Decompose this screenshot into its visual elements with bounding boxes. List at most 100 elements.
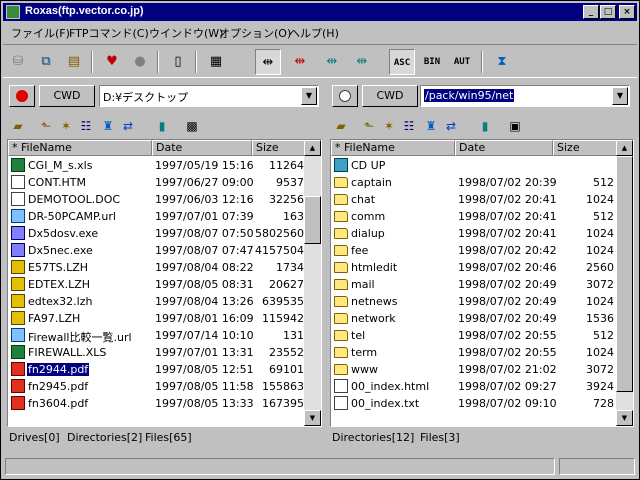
remote-scrollbar[interactable]: ▲ ▼: [616, 140, 633, 426]
auto-mode-button[interactable]: AUT: [449, 49, 475, 75]
connect-icon[interactable]: ⛁: [5, 49, 31, 75]
transfer-mode-4-icon[interactable]: ⇹: [349, 49, 375, 75]
list-view-icon[interactable]: ☷: [77, 117, 95, 135]
file-row[interactable]: Dx5dosv.exe 1997/08/07 07:50 5802560: [8, 225, 304, 242]
file-row[interactable]: Firewall比較一覧.url 1997/07/14 10:10 131: [8, 327, 304, 344]
cd-up-icon: [334, 158, 348, 172]
hourglass-icon[interactable]: ⧗: [489, 49, 515, 75]
header-date[interactable]: Date: [152, 140, 252, 156]
file-row[interactable]: mail 1998/07/02 20:49 3072: [331, 276, 616, 293]
local-file-list[interactable]: * FileName Date Size CGI_M_s.xls 1997/05/…: [7, 139, 322, 427]
header-filename[interactable]: * FileName: [331, 140, 455, 156]
sync-icon[interactable]: ⇄: [442, 117, 460, 135]
file-row[interactable]: tel 1998/07/02 20:55 512: [331, 327, 616, 344]
transfer-mode-3-icon[interactable]: ⇹: [319, 49, 345, 75]
header-date[interactable]: Date: [455, 140, 553, 156]
close-button[interactable]: ×: [619, 5, 635, 19]
local-path-combo[interactable]: D:¥デスクトップ ▼: [99, 85, 319, 107]
file-row[interactable]: DEMOTOOL.DOC 1997/06/03 12:16 32256: [8, 191, 304, 208]
minimize-button[interactable]: _: [583, 5, 599, 19]
file-row[interactable]: Dx5nec.exe 1997/08/07 07:47 4157504: [8, 242, 304, 259]
scroll-down-icon[interactable]: ▼: [304, 410, 321, 426]
view-file-icon[interactable]: ▯: [165, 49, 191, 75]
file-row[interactable]: FIREWALL.XLS 1997/07/01 13:31 23552: [8, 344, 304, 361]
save-icon[interactable]: ▣: [506, 117, 524, 135]
scroll-up-icon[interactable]: ▲: [304, 140, 321, 156]
remote-cwd-button[interactable]: CWD: [362, 85, 418, 107]
file-name: fn2945.pdf: [28, 380, 89, 393]
trash-icon[interactable]: ▮: [153, 117, 171, 135]
file-row[interactable]: chat 1998/07/02 20:41 1024: [331, 191, 616, 208]
menu-window[interactable]: ウインドウ(W): [149, 25, 223, 41]
file-row[interactable]: 00_index.html 1998/07/02 09:27 3924: [331, 378, 616, 395]
maximize-button[interactable]: □: [600, 5, 616, 19]
parent-folder-icon[interactable]: ⬑: [360, 117, 378, 135]
file-row[interactable]: comm 1998/07/02 20:41 512: [331, 208, 616, 225]
file-row[interactable]: fn3604.pdf 1997/08/05 13:33 167395: [8, 395, 304, 412]
header-filename[interactable]: * FileName: [8, 140, 152, 156]
local-state-button[interactable]: [9, 85, 35, 107]
remote-path-combo[interactable]: /pack/win95/net ▼: [420, 85, 630, 107]
list-view-icon[interactable]: ☷: [400, 117, 418, 135]
file-row[interactable]: www 1998/07/02 21:02 3072: [331, 361, 616, 378]
file-row[interactable]: EDTEX.LZH 1997/08/05 08:31 20627: [8, 276, 304, 293]
scroll-thumb[interactable]: [304, 196, 321, 244]
file-row[interactable]: edtex32.lzh 1997/08/04 13:26 639535: [8, 293, 304, 310]
menu-option[interactable]: オプション(O): [219, 25, 291, 41]
file-size: 1734: [276, 261, 304, 274]
new-folder-icon[interactable]: ✶: [57, 117, 75, 135]
scroll-up-icon[interactable]: ▲: [616, 140, 633, 156]
file-row[interactable]: fee 1998/07/02 20:42 1024: [331, 242, 616, 259]
scroll-thumb[interactable]: [616, 156, 633, 392]
file-row[interactable]: term 1998/07/02 20:55 1024: [331, 344, 616, 361]
open-folder-icon[interactable]: ▰: [9, 117, 27, 135]
file-row[interactable]: DR-50PCAMP.url 1997/07/01 07:39 163: [8, 208, 304, 225]
scroll-down-icon[interactable]: ▼: [616, 410, 633, 426]
sync-icon[interactable]: ⇄: [119, 117, 137, 135]
doc-file-icon: [11, 192, 25, 206]
transfer-mode-2-icon[interactable]: ⇹: [287, 49, 313, 75]
header-size[interactable]: Size: [252, 140, 306, 156]
file-row[interactable]: fn2944.pdf 1997/08/05 12:51 69101: [8, 361, 304, 378]
ascii-mode-button[interactable]: ASC: [389, 49, 415, 75]
disconnect-icon[interactable]: ♥: [99, 49, 125, 75]
cleanup-icon[interactable]: ♜: [422, 117, 440, 135]
transfer-mode-1-icon[interactable]: ⇹: [255, 49, 281, 75]
file-row[interactable]: dialup 1998/07/02 20:41 1024: [331, 225, 616, 242]
file-row[interactable]: netnews 1998/07/02 20:49 1024: [331, 293, 616, 310]
menu-file[interactable]: ファイル(F): [11, 25, 70, 41]
chevron-down-icon[interactable]: ▼: [301, 87, 317, 105]
chevron-down-icon[interactable]: ▼: [612, 87, 628, 105]
title-bar[interactable]: Roxas(ftp.vector.co.jp) _ □ ×: [3, 3, 637, 21]
file-row[interactable]: CGI_M_s.xls 1997/05/19 15:16 11264: [8, 157, 304, 174]
network-icon[interactable]: ⧉: [33, 49, 59, 75]
properties-icon[interactable]: ▦: [203, 49, 229, 75]
files-count: Files[3]: [420, 431, 460, 444]
trash-icon[interactable]: ▮: [476, 117, 494, 135]
cleanup-icon[interactable]: ♜: [99, 117, 117, 135]
file-row[interactable]: E57TS.LZH 1997/08/04 08:22 1734: [8, 259, 304, 276]
local-cwd-button[interactable]: CWD: [39, 85, 95, 107]
open-folder-icon[interactable]: ▰: [332, 117, 350, 135]
local-scrollbar[interactable]: ▲ ▼: [304, 140, 321, 426]
menu-help[interactable]: ヘルプ(H): [289, 25, 339, 41]
stop-icon[interactable]: ●: [127, 49, 153, 75]
file-row[interactable]: htmledit 1998/07/02 20:46 2560: [331, 259, 616, 276]
remote-file-list[interactable]: * FileName Date Size CD UP captain 1998/07…: [330, 139, 634, 427]
file-row[interactable]: CD UP: [331, 157, 616, 174]
file-row[interactable]: captain 1998/07/02 20:39 512: [331, 174, 616, 191]
file-row[interactable]: fn2945.pdf 1997/08/05 11:58 155863: [8, 378, 304, 395]
file-row[interactable]: network 1998/07/02 20:49 1536: [331, 310, 616, 327]
binary-mode-button[interactable]: BIN: [419, 49, 445, 75]
file-row[interactable]: FA97.LZH 1997/08/01 16:09 115942: [8, 310, 304, 327]
header-size[interactable]: Size: [553, 140, 618, 156]
parent-folder-icon[interactable]: ⬑: [37, 117, 55, 135]
file-row[interactable]: 00_index.txt 1998/07/02 09:10 728: [331, 395, 616, 412]
app-icon[interactable]: [6, 5, 20, 19]
remote-state-button[interactable]: [332, 85, 358, 107]
new-folder-icon[interactable]: ✶: [380, 117, 398, 135]
file-row[interactable]: CONT.HTM 1997/06/27 09:00 9537: [8, 174, 304, 191]
menu-ftp-command[interactable]: FTPコマンド(C): [69, 25, 149, 41]
drive-icon[interactable]: ▩: [183, 117, 201, 135]
host-list-icon[interactable]: ▤: [61, 49, 87, 75]
